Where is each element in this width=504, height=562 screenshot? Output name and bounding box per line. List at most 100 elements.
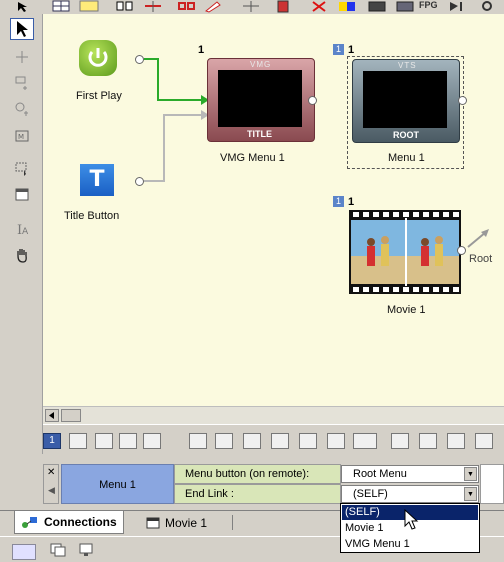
distribute-icon[interactable] xyxy=(142,0,164,13)
close-icon[interactable]: ✕ xyxy=(47,467,55,478)
tool-palette: M IA xyxy=(0,14,43,454)
menu1-port[interactable] xyxy=(458,96,467,105)
delete-icon[interactable] xyxy=(308,0,330,13)
movie1-badge: 1 xyxy=(333,196,344,207)
object-name-cell: Menu 1 xyxy=(61,464,174,504)
tab-movie1[interactable]: Movie 1 xyxy=(140,511,213,534)
loop-icon[interactable] xyxy=(391,433,409,449)
end-link-dropdown-value: (SELF) xyxy=(353,488,388,500)
play-icon[interactable] xyxy=(446,0,468,13)
layout-icon[interactable] xyxy=(78,0,100,13)
panel-right-icon[interactable] xyxy=(119,433,137,449)
vmg-menu-bottom-tag: TITLE xyxy=(247,129,272,139)
canvas-horizontal-scrollbar[interactable] xyxy=(43,406,504,424)
top-toolbar: FPG xyxy=(0,0,504,15)
vmg-menu-thumbnail[interactable]: VMG TITLE xyxy=(207,58,315,142)
first-play-port[interactable] xyxy=(135,55,144,64)
select-tool-icon[interactable] xyxy=(10,18,34,40)
chevron-down-icon[interactable]: ▼ xyxy=(464,467,477,481)
movie-tab-icon xyxy=(146,517,160,528)
connections-canvas[interactable]: First Play T Title Button 1 VMG TITLE VM… xyxy=(43,14,504,406)
movie1-label: Movie 1 xyxy=(387,304,426,316)
arrange-icon[interactable] xyxy=(353,433,377,449)
list-view-icon[interactable] xyxy=(215,433,233,449)
title-button-icon[interactable]: T xyxy=(80,164,114,196)
color-icon[interactable] xyxy=(336,0,358,13)
pointer-icon[interactable] xyxy=(14,0,36,13)
zoom-in-icon[interactable] xyxy=(243,433,261,449)
monitor-icon[interactable] xyxy=(69,433,87,449)
frame-tool-icon[interactable] xyxy=(10,184,34,206)
svg-text:M: M xyxy=(18,133,24,141)
scroll-left-arrow-icon[interactable] xyxy=(45,409,59,422)
first-play-connection-line xyxy=(144,58,203,101)
grid-icon[interactable] xyxy=(50,0,72,13)
chevron-down-icon[interactable]: ▼ xyxy=(464,487,477,501)
title-button-connection-line xyxy=(144,114,203,182)
split-icon[interactable] xyxy=(240,0,262,13)
movie1-port[interactable] xyxy=(457,246,466,255)
panel-left-icon[interactable] xyxy=(95,433,113,449)
show-all-icon[interactable] xyxy=(189,433,207,449)
layers-icon[interactable] xyxy=(50,543,66,557)
option-vmg-menu1[interactable]: VMG Menu 1 xyxy=(342,537,478,552)
properties-extra-cell xyxy=(480,464,504,504)
fpg-label[interactable]: FPG xyxy=(419,0,438,10)
first-play-icon[interactable] xyxy=(79,40,117,76)
menu1-count: 1 xyxy=(348,44,355,56)
link-icon[interactable] xyxy=(176,0,198,13)
menu1-thumbnail[interactable]: VTS ROOT xyxy=(352,59,460,143)
align-icon[interactable] xyxy=(114,0,136,13)
vts-object-icon[interactable] xyxy=(394,0,416,13)
menu-button-dropdown[interactable]: Root Menu ▼ xyxy=(341,465,479,483)
vmg-menu-port[interactable] xyxy=(308,96,317,105)
scroll-thumb[interactable] xyxy=(61,409,81,422)
menu1-badge: 1 xyxy=(333,44,344,55)
hand-tool-icon[interactable] xyxy=(10,244,34,266)
fit-view-icon[interactable] xyxy=(271,433,289,449)
add-menu-tool-icon[interactable] xyxy=(10,72,34,94)
vmg-menu-top-tag: VMG xyxy=(250,60,272,69)
edit-link-icon[interactable] xyxy=(202,0,224,13)
title-button-port[interactable] xyxy=(135,177,144,186)
menu-object-icon[interactable] xyxy=(366,0,388,13)
text-tool-icon[interactable]: IA xyxy=(10,218,34,240)
bottom-toolbar: 1 xyxy=(43,424,504,459)
chapter-view-button[interactable]: 1 xyxy=(43,433,61,449)
menu1-bottom-tag: ROOT xyxy=(393,130,419,140)
expand-icon[interactable] xyxy=(447,433,465,449)
copy-link-icon[interactable] xyxy=(327,433,345,449)
tree-view-icon[interactable] xyxy=(143,433,161,449)
svg-text:A: A xyxy=(22,227,29,237)
add-link-tool-icon[interactable] xyxy=(10,98,34,120)
movie-tool-icon[interactable]: M xyxy=(10,126,34,148)
help-view-icon[interactable] xyxy=(299,433,317,449)
menu1-screen xyxy=(363,71,447,128)
insert-icon[interactable] xyxy=(272,0,294,13)
end-link-dropdown[interactable]: (SELF) ▼ xyxy=(341,485,479,503)
movie1-filmstrip[interactable] xyxy=(349,210,461,294)
menu-button-property-label: Menu button (on remote): xyxy=(174,464,341,484)
menu1-label: Menu 1 xyxy=(388,152,425,164)
movie1-film-image xyxy=(351,212,459,292)
movie1-count: 1 xyxy=(348,196,355,208)
vmg-menu-screen xyxy=(218,70,302,127)
if-condition-icon[interactable] xyxy=(419,433,437,449)
tab-separator xyxy=(232,515,233,530)
menu-button-dropdown-value: Root Menu xyxy=(353,468,407,480)
collapse-arrow-icon[interactable]: ◀ xyxy=(48,485,55,496)
crosshair-tool-icon[interactable] xyxy=(10,46,34,68)
tab-movie1-label: Movie 1 xyxy=(165,515,208,530)
connections-icon xyxy=(22,517,37,528)
monitor-status-icon[interactable] xyxy=(78,543,94,557)
select-box-tool-icon[interactable] xyxy=(10,158,34,180)
properties-panel: ✕ ◀ Menu 1 Menu button (on remote): End … xyxy=(43,464,504,508)
vmg-menu-label: VMG Menu 1 xyxy=(220,152,285,164)
dvd-status-icon[interactable] xyxy=(12,544,36,560)
menu1-top-tag: VTS xyxy=(398,61,417,70)
tab-connections[interactable]: Connections xyxy=(14,511,124,534)
mouse-cursor-icon xyxy=(404,509,419,530)
unlink-icon[interactable] xyxy=(475,433,493,449)
settings-icon[interactable] xyxy=(476,0,498,13)
properties-side-strip: ✕ ◀ xyxy=(43,464,59,504)
